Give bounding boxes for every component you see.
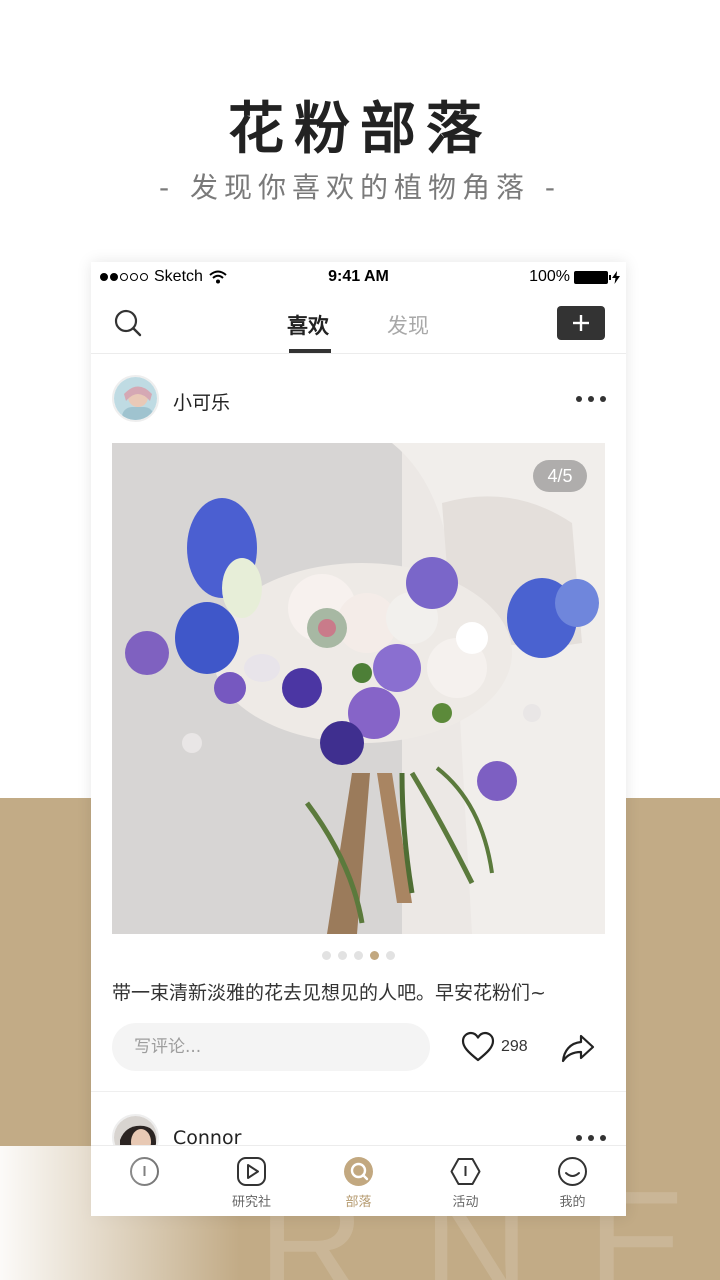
heart-icon[interactable] [461, 1031, 495, 1063]
tab-like[interactable]: 喜欢 [287, 310, 329, 340]
tabbar-item-tribe[interactable]: 部落 [305, 1146, 412, 1216]
post-divider [91, 1091, 626, 1092]
add-post-button[interactable] [557, 306, 605, 340]
battery-icon [574, 270, 611, 284]
hexagon-icon [450, 1158, 481, 1185]
plus-icon [573, 315, 589, 331]
search-icon[interactable] [113, 308, 143, 338]
tab-discover[interactable]: 发现 [387, 310, 429, 340]
more-options-button[interactable] [576, 1133, 606, 1143]
decorative-fade [0, 1146, 240, 1280]
more-options-button[interactable] [576, 394, 606, 404]
tab-active-indicator [289, 349, 331, 353]
status-right: 100% [529, 268, 620, 286]
hero-subtitle: - 发现你喜欢的植物角落 - [158, 171, 561, 204]
tabbar-label: 我的 [559, 1195, 586, 1210]
play-icon [237, 1157, 266, 1186]
image-counter-badge: 4/5 [533, 460, 587, 492]
status-bar: Sketch 9:41 AM 100% [91, 262, 626, 292]
tribe-icon [344, 1157, 373, 1186]
smile-icon [558, 1157, 587, 1186]
hero-title: 花粉部落 [228, 97, 492, 162]
tabbar-label: 部落 [345, 1195, 372, 1210]
carousel-dot[interactable] [386, 951, 395, 960]
tabbar-item-activity[interactable]: 活动 [412, 1146, 519, 1216]
carousel-dot-active[interactable] [370, 951, 379, 960]
phone-screen: Sketch 9:41 AM 100% 喜欢 发现 小可乐 4/5 带一束清新淡… [91, 262, 626, 1216]
like-count: 298 [501, 1038, 528, 1055]
top-nav: 喜欢 发现 [91, 292, 626, 354]
comment-input[interactable]: 写评论... [112, 1023, 430, 1071]
carousel-indicator [91, 951, 626, 960]
carousel-dot[interactable] [322, 951, 331, 960]
charging-icon [612, 270, 620, 284]
post-photo[interactable] [112, 443, 605, 934]
tabbar-item-mine[interactable]: 我的 [519, 1146, 626, 1216]
tabbar-label: 活动 [452, 1195, 479, 1210]
share-icon[interactable] [561, 1032, 595, 1064]
post-caption: 带一束清新淡雅的花去见想见的人吧。早安花粉们~ [112, 982, 546, 1004]
battery-percent: 100% [529, 268, 570, 285]
avatar[interactable] [112, 375, 159, 422]
post-username[interactable]: 小可乐 [173, 388, 230, 415]
carousel-dot[interactable] [354, 951, 363, 960]
carousel-dot[interactable] [338, 951, 347, 960]
